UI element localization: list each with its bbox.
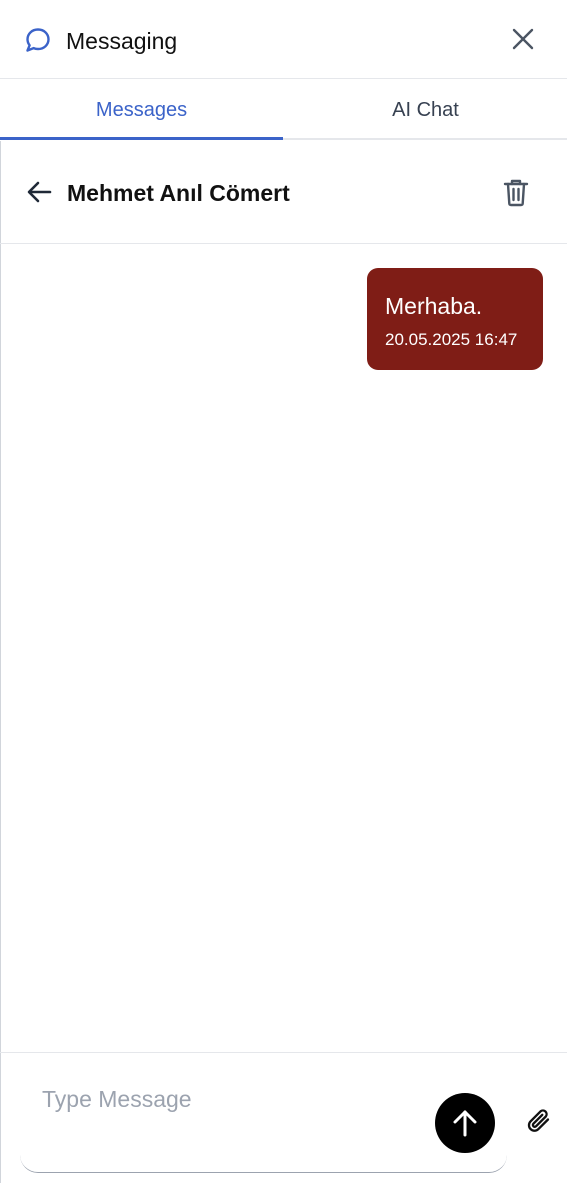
message-input[interactable] — [42, 1086, 422, 1146]
tab-messages[interactable]: Messages — [0, 79, 283, 140]
message-input-container — [20, 1078, 507, 1173]
conversation-header: Mehmet Anıl Cömert — [0, 141, 567, 244]
tab-ai-chat[interactable]: AI Chat — [284, 79, 567, 140]
arrow-left-icon[interactable] — [25, 177, 55, 207]
paperclip-icon[interactable] — [524, 1106, 554, 1136]
chat-bubble-icon — [24, 26, 52, 54]
close-icon[interactable] — [509, 25, 537, 53]
message-bubble-outgoing: Merhaba. 20.05.2025 16:47 — [367, 268, 543, 370]
contact-name: Mehmet Anıl Cömert — [67, 180, 290, 206]
messaging-panel: Messaging Messages AI Chat Mehmet Anıl C… — [0, 0, 567, 1183]
trash-icon[interactable] — [500, 176, 532, 208]
tab-bar: Messages AI Chat — [0, 79, 567, 140]
panel-title: Messaging — [66, 28, 178, 54]
arrow-up-icon — [453, 1110, 477, 1137]
message-timestamp: 20.05.2025 16:47 — [385, 330, 518, 349]
panel-header: Messaging — [0, 0, 567, 79]
send-button[interactable] — [435, 1093, 495, 1153]
message-text: Merhaba. — [385, 293, 483, 319]
